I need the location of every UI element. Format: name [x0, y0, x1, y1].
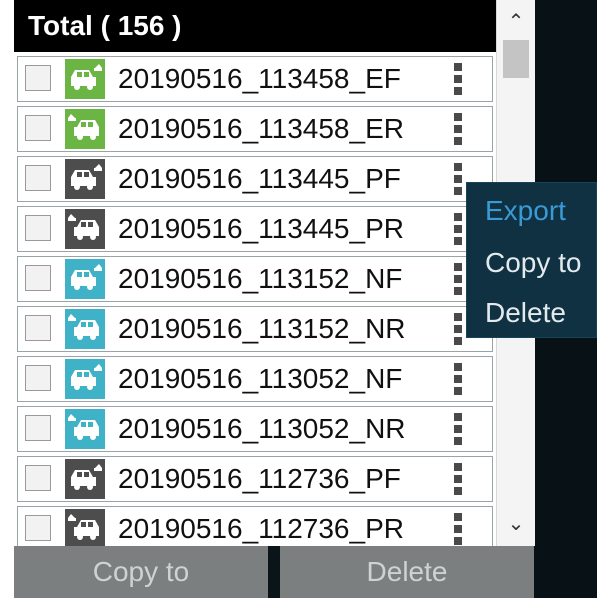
row-checkbox[interactable]	[25, 465, 51, 491]
kebab-menu-icon[interactable]	[454, 363, 462, 395]
row-checkbox[interactable]	[25, 65, 51, 91]
bottom-action-bar: Copy to Delete	[14, 546, 534, 598]
context-menu-delete[interactable]: Delete	[485, 293, 566, 333]
car-rear-camera-icon	[65, 509, 105, 546]
car-rear-camera-icon	[65, 109, 105, 149]
file-name: 20190516_113445_PR	[118, 213, 404, 244]
file-name: 20190516_113052_NF	[118, 363, 403, 394]
copy-to-button[interactable]: Copy to	[14, 546, 268, 598]
file-name: 20190516_113052_NR	[118, 413, 406, 444]
kebab-menu-icon[interactable]	[454, 63, 462, 95]
kebab-menu-icon[interactable]	[454, 263, 462, 295]
file-row[interactable]: 20190516_112736_PF	[17, 456, 493, 502]
car-rear-camera-icon	[65, 409, 105, 449]
row-checkbox[interactable]	[25, 165, 51, 191]
list-header-total: Total ( 156 )	[14, 0, 496, 52]
file-name: 20190516_113152_NR	[118, 313, 406, 344]
scroll-down-icon[interactable]: ⌄	[497, 510, 535, 538]
kebab-menu-icon[interactable]	[454, 413, 462, 445]
car-front-camera-icon	[65, 459, 105, 499]
file-name: 20190516_112736_PF	[118, 463, 401, 494]
row-checkbox[interactable]	[25, 515, 51, 541]
row-checkbox[interactable]	[25, 265, 51, 291]
file-row[interactable]: 20190516_113152_NR	[17, 306, 493, 352]
file-row[interactable]: 20190516_113458_EF	[17, 56, 493, 102]
file-name: 20190516_112736_PR	[118, 513, 404, 544]
row-checkbox[interactable]	[25, 115, 51, 141]
file-list: 20190516_113458_EF 20190516_113458_ER 2019…	[14, 52, 496, 546]
file-name: 20190516_113152_NF	[118, 263, 403, 294]
scroll-up-icon[interactable]: ⌃	[497, 8, 535, 36]
file-name: 20190516_113458_ER	[118, 113, 404, 144]
car-front-camera-icon	[65, 259, 105, 299]
car-front-camera-icon	[65, 359, 105, 399]
context-menu-export[interactable]: Export	[485, 191, 566, 231]
car-front-camera-icon	[65, 159, 105, 199]
row-checkbox[interactable]	[25, 315, 51, 341]
context-menu: Export Copy to Delete	[466, 182, 597, 338]
file-name: 20190516_113445_PF	[118, 163, 401, 194]
kebab-menu-icon[interactable]	[454, 313, 462, 345]
row-checkbox[interactable]	[25, 365, 51, 391]
context-menu-copy-to[interactable]: Copy to	[485, 243, 582, 283]
file-row[interactable]: 20190516_113152_NF	[17, 256, 493, 302]
file-row[interactable]: 20190516_113458_ER	[17, 106, 493, 152]
file-row[interactable]: 20190516_113445_PF	[17, 156, 493, 202]
file-row[interactable]: 20190516_113445_PR	[17, 206, 493, 252]
kebab-menu-icon[interactable]	[454, 113, 462, 145]
car-rear-camera-icon	[65, 309, 105, 349]
kebab-menu-icon[interactable]	[454, 513, 462, 545]
file-row[interactable]: 20190516_113052_NF	[17, 356, 493, 402]
row-checkbox[interactable]	[25, 215, 51, 241]
kebab-menu-icon[interactable]	[454, 213, 462, 245]
car-front-camera-icon	[65, 59, 105, 99]
kebab-menu-icon[interactable]	[454, 163, 462, 195]
scroll-thumb[interactable]	[503, 40, 529, 78]
car-rear-camera-icon	[65, 209, 105, 249]
row-checkbox[interactable]	[25, 415, 51, 441]
file-name: 20190516_113458_EF	[118, 63, 401, 94]
delete-button[interactable]: Delete	[280, 546, 534, 598]
file-row[interactable]: 20190516_113052_NR	[17, 406, 493, 452]
file-row[interactable]: 20190516_112736_PR	[17, 506, 493, 546]
kebab-menu-icon[interactable]	[454, 463, 462, 495]
